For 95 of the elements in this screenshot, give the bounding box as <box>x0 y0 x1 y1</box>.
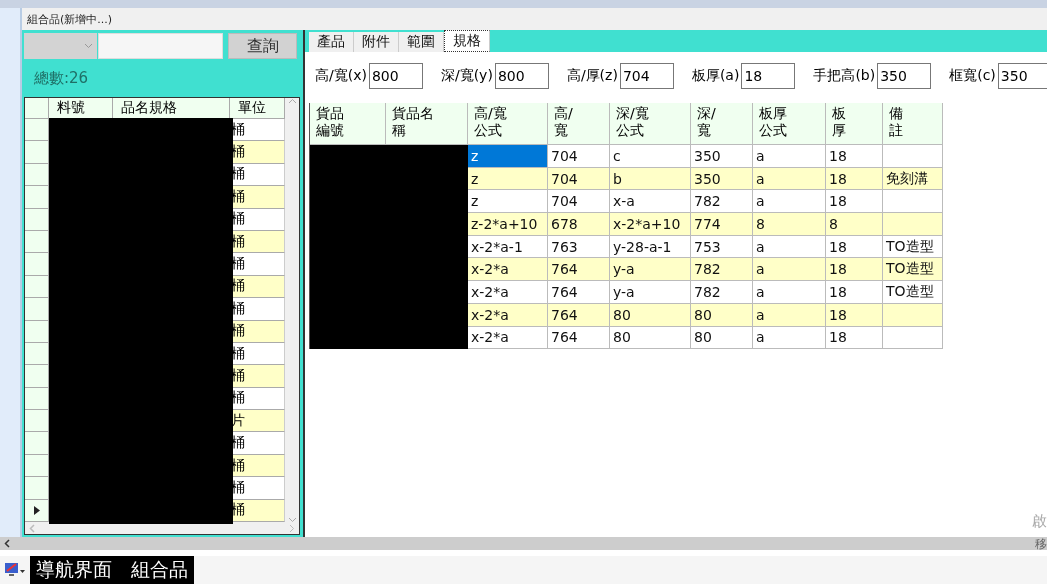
table-cell: 782 <box>691 258 753 282</box>
field-label: 深/寬(y) <box>439 67 493 85</box>
table-cell: 763 <box>548 235 610 259</box>
table-cell: x-2*a+10 <box>610 213 691 236</box>
scroll-left-icon[interactable] <box>4 539 10 548</box>
table-cell: 704 <box>548 190 610 214</box>
table-cell: 片 <box>230 410 285 433</box>
input-field[interactable]: 18 <box>741 63 796 89</box>
column-header[interactable]: 單位 <box>230 98 285 119</box>
table-cell: y-a <box>610 281 691 304</box>
field-label: 板厚(a) <box>690 67 740 85</box>
current-row-icon <box>33 505 40 515</box>
tab[interactable]: 產品 <box>309 32 354 52</box>
table-cell: z <box>468 145 548 168</box>
column-header[interactable]: 品名規格 <box>113 98 230 119</box>
table-cell: 18 <box>826 258 883 282</box>
table-cell: a <box>753 303 826 327</box>
table-cell: a <box>753 235 826 259</box>
table-cell: 80 <box>610 326 691 350</box>
table-cell: 免刻溝 <box>883 167 943 191</box>
table-cell: 782 <box>691 190 753 214</box>
table-cell: 678 <box>548 213 610 236</box>
chevron-down-icon <box>84 43 93 49</box>
table-cell: 80 <box>691 326 753 350</box>
table-cell: 764 <box>548 326 610 350</box>
table-cell: z <box>468 167 548 191</box>
activation-notice: 啟 <box>1032 512 1047 531</box>
row-header[interactable] <box>25 499 49 523</box>
table-cell: TO造型 <box>883 235 943 259</box>
input-field[interactable]: 800 <box>368 63 423 89</box>
table-cell: y-28-a-1 <box>610 235 691 259</box>
table-cell: 753 <box>691 235 753 259</box>
table-cell: a <box>753 190 826 214</box>
table-cell: 18 <box>826 145 883 168</box>
search-button[interactable]: 查詢 <box>228 33 297 59</box>
table-cell: 18 <box>826 235 883 259</box>
tab[interactable]: 附件 <box>354 32 399 52</box>
table-cell: a <box>753 281 826 304</box>
window-title: 組合品(新增中...) <box>27 11 113 27</box>
table-cell: z <box>468 190 548 214</box>
table-cell: a <box>753 326 826 350</box>
table-cell: a <box>753 145 826 168</box>
field-label: 框寬(c) <box>948 67 996 85</box>
table-cell: 704 <box>548 145 610 168</box>
table-cell: x-2*a <box>468 303 548 327</box>
table-cell: y-a <box>610 258 691 282</box>
table-cell: 18 <box>826 190 883 214</box>
table-cell: 80 <box>691 303 753 327</box>
input-field[interactable]: 800 <box>494 63 549 89</box>
field-label: 高/厚(z) <box>565 67 618 85</box>
total-count: 總數:26 <box>33 67 90 89</box>
table-cell: z-2*a+10 <box>468 213 548 236</box>
table-cell: 80 <box>610 303 691 327</box>
table-cell: 350 <box>691 167 753 191</box>
table-cell: TO造型 <box>883 281 943 304</box>
table-cell: 764 <box>548 281 610 304</box>
table-cell: 18 <box>826 303 883 327</box>
scroll-up-icon[interactable] <box>287 98 297 104</box>
table-cell: 350 <box>691 145 753 168</box>
table-cell: x-2*a <box>468 326 548 350</box>
input-field[interactable]: 350 <box>997 63 1047 89</box>
horizontal-scrollbar[interactable]: 移 <box>0 537 1047 550</box>
table-cell: a <box>753 167 826 191</box>
table-cell: c <box>610 145 691 168</box>
table-cell: 774 <box>691 213 753 236</box>
table-cell: 764 <box>548 303 610 327</box>
table-cell: x-2*a-1 <box>468 235 548 259</box>
taskbar-label[interactable]: 導航界面 組合品 <box>30 556 194 584</box>
field-label: 高/寬(x) <box>314 67 367 85</box>
table-cell: 704 <box>548 167 610 191</box>
monitor-icon[interactable] <box>4 562 26 578</box>
corner-header <box>25 98 49 119</box>
table-cell: 8 <box>753 213 826 236</box>
tab[interactable]: 範圍 <box>399 32 444 52</box>
table-cell: 764 <box>548 258 610 282</box>
table-cell: 18 <box>826 326 883 350</box>
field-label: 手把高(b) <box>812 67 876 85</box>
column-header[interactable]: 料號 <box>49 98 113 119</box>
table-cell: x-2*a <box>468 258 548 282</box>
table-cell: x-a <box>610 190 691 214</box>
table-cell: TO造型 <box>883 258 943 282</box>
input-field[interactable]: 350 <box>877 63 932 89</box>
table-cell: 782 <box>691 281 753 304</box>
search-field[interactable] <box>98 33 223 59</box>
table-cell: 18 <box>826 281 883 304</box>
tab[interactable]: 規格 <box>444 30 490 52</box>
table-cell: a <box>753 258 826 282</box>
scroll-right-icon[interactable] <box>289 524 295 533</box>
scroll-down-icon[interactable] <box>287 517 297 523</box>
input-field[interactable]: 704 <box>619 63 674 89</box>
activation-notice: 移 <box>1035 536 1047 553</box>
table-cell: x-2*a <box>468 281 548 304</box>
table-cell: b <box>610 167 691 191</box>
table-cell: 8 <box>826 213 883 236</box>
table-cell: 18 <box>826 167 883 191</box>
